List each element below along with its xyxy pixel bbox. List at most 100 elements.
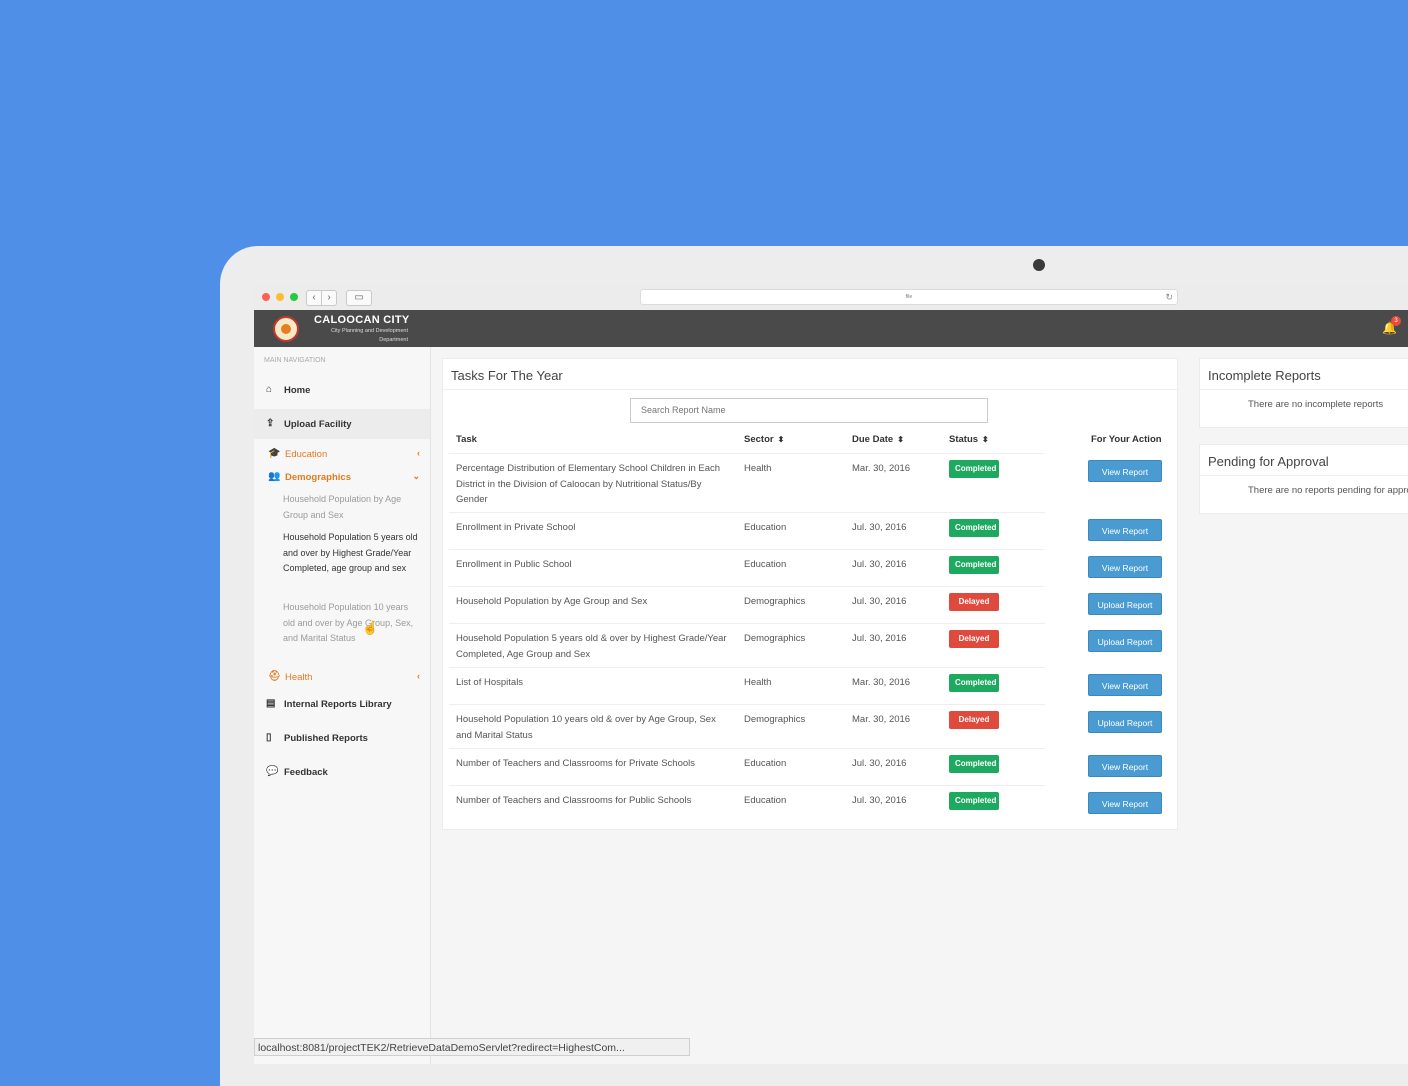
divider [1200, 475, 1408, 476]
task-due-date: Jul. 30, 2016 [852, 522, 907, 533]
status-badge: Delayed [949, 593, 999, 611]
sidebar-toggle-button[interactable]: ▭ [346, 290, 372, 306]
book-icon: ▤ [266, 698, 276, 709]
zoom-window-button[interactable] [290, 293, 298, 301]
upload-report-button[interactable]: Upload Report [1088, 711, 1162, 733]
reload-icon[interactable]: ↻ [1165, 290, 1173, 304]
column-header-due-date[interactable]: Due Date ⬍ [852, 434, 904, 445]
task-name: Percentage Distribution of Elementary Sc… [456, 463, 721, 506]
city-seal-logo [273, 316, 299, 342]
sidebar-item-published-reports[interactable]: ▯ Published Reports [254, 723, 430, 753]
forward-button[interactable]: › [321, 290, 337, 306]
table-row: Percentage Distribution of Elementary Sc… [449, 453, 1045, 512]
home-icon: ⌂ [266, 384, 273, 395]
column-header-status[interactable]: Status ⬍ [949, 434, 989, 445]
view-report-button[interactable]: View Report [1088, 460, 1162, 482]
table-row: Household Population 5 years old & over … [449, 623, 1045, 667]
divider [443, 389, 1177, 390]
sort-icon: ⬍ [982, 435, 989, 444]
camera-icon [1033, 259, 1045, 271]
sidebar-subitem-household-marital-status[interactable]: Household Population 10 years old and ov… [283, 600, 419, 647]
upload-report-button[interactable]: Upload Report [1088, 593, 1162, 615]
status-badge: Completed [949, 674, 999, 692]
incomplete-reports-card: Incomplete Reports There are no incomple… [1199, 358, 1408, 428]
sidebar-subitem-household-age-sex[interactable]: Household Population by Age Group and Se… [283, 492, 419, 523]
status-badge: Delayed [949, 630, 999, 648]
task-due-date: Mar. 30, 2016 [852, 714, 911, 725]
sidebar: MAIN NAVIGATION ⌂ Home ⇪ Upload Facility… [254, 347, 431, 1064]
sidebar-subitem-household-highest-grade[interactable]: Household Population 5 years old and ove… [283, 530, 419, 577]
upload-report-button[interactable]: Upload Report [1088, 630, 1162, 652]
task-sector: Demographics [744, 714, 806, 725]
hand-cursor-icon: ☝ [362, 620, 379, 635]
column-header-sector[interactable]: Sector ⬍ [744, 434, 784, 445]
view-report-button[interactable]: View Report [1088, 556, 1162, 578]
sidebar-item-internal-reports[interactable]: ▤ Internal Reports Library [254, 689, 430, 719]
view-report-button[interactable]: View Report [1088, 674, 1162, 696]
sidebar-item-label: Demographics [285, 472, 351, 483]
task-sector: Education [744, 795, 787, 806]
sort-icon: ⬍ [777, 435, 785, 444]
table-row: Number of Teachers and Classrooms for Pu… [449, 785, 1045, 822]
sidebar-item-label: Internal Reports Library [284, 699, 392, 710]
column-header-action: For Your Action [1091, 434, 1162, 445]
task-due-date: Jul. 30, 2016 [852, 559, 907, 570]
sidebar-item-feedback[interactable]: 💬 Feedback [254, 757, 430, 787]
column-label: Due Date [852, 434, 894, 445]
incomplete-reports-message: There are no incomplete reports [1248, 399, 1384, 410]
task-due-date: Mar. 30, 2016 [852, 463, 911, 474]
back-button[interactable]: ‹ [306, 290, 322, 306]
tasks-card: Tasks For The Year Task Sector⬍ Due Date… [442, 358, 1178, 830]
sidebar-item-health[interactable]: ⛑ Health ‹ [254, 667, 430, 687]
app-subtitle: City Planning and Development Department [330, 328, 408, 343]
sidebar-item-label: Health [285, 672, 313, 683]
chevron-left-icon: ‹ [417, 671, 420, 681]
task-due-date: Jul. 30, 2016 [852, 758, 907, 769]
chevron-left-icon: ‹ [417, 448, 420, 458]
app-header: CALOOCAN CITY City Planning and Developm… [254, 310, 1408, 347]
task-name: List of Hospitals [456, 677, 524, 688]
sidebar-item-education[interactable]: 🎓 Education ‹ [254, 444, 430, 464]
sidebar-item-label: Home [284, 385, 311, 396]
task-due-date: Jul. 30, 2016 [852, 795, 907, 806]
search-report-input[interactable] [630, 398, 988, 423]
document-icon: ▯ [266, 732, 272, 743]
sidebar-item-label: Upload Facility [284, 419, 352, 430]
task-name: Number of Teachers and Classrooms for Pr… [456, 758, 696, 769]
chevron-down-icon: ⌄ [412, 471, 420, 481]
close-window-button[interactable] [262, 293, 270, 301]
task-name: Household Population 10 years old & over… [456, 714, 716, 741]
table-row: Enrollment in Private School Education J… [449, 512, 1045, 549]
task-name: Enrollment in Public School [456, 559, 572, 570]
task-due-date: Jul. 30, 2016 [852, 596, 907, 607]
laptop-frame: ‹ › ▭ file ↻ CALOOCAN CITY City Planning… [220, 246, 1408, 1086]
task-sector: Education [744, 522, 787, 533]
hospital-icon: ⛑ [268, 671, 281, 682]
pending-approval-title: Pending for Approval [1208, 454, 1329, 469]
minimize-window-button[interactable] [276, 293, 284, 301]
task-sector: Education [744, 758, 787, 769]
task-sector: Health [744, 677, 772, 688]
status-badge: Completed [949, 460, 999, 478]
sidebar-item-home[interactable]: ⌂ Home [254, 375, 430, 405]
address-bar[interactable]: file ↻ [640, 289, 1178, 305]
table-row: Household Population 10 years old & over… [449, 704, 1045, 748]
sidebar-item-demographics[interactable]: 👥 Demographics ⌄ [254, 467, 430, 487]
task-name: Household Population 5 years old & over … [456, 633, 727, 660]
task-name: Household Population by Age Group and Se… [456, 596, 648, 607]
sidebar-item-upload-facility[interactable]: ⇪ Upload Facility [254, 409, 430, 439]
table-row: List of Hospitals Health Mar. 30, 2016 C… [449, 667, 1045, 704]
table-row: Household Population by Age Group and Se… [449, 586, 1045, 623]
view-report-button[interactable]: View Report [1088, 519, 1162, 541]
users-icon: 👥 [268, 471, 281, 482]
view-report-button[interactable]: View Report [1088, 792, 1162, 814]
status-badge: Completed [949, 556, 999, 574]
url-text: file [905, 294, 913, 300]
sidebar-heading: MAIN NAVIGATION [264, 357, 326, 364]
task-sector: Health [744, 463, 772, 474]
task-due-date: Mar. 30, 2016 [852, 677, 911, 688]
view-report-button[interactable]: View Report [1088, 755, 1162, 777]
graduation-cap-icon: 🎓 [268, 448, 281, 459]
task-sector: Demographics [744, 633, 806, 644]
sort-icon: ⬍ [897, 435, 904, 444]
